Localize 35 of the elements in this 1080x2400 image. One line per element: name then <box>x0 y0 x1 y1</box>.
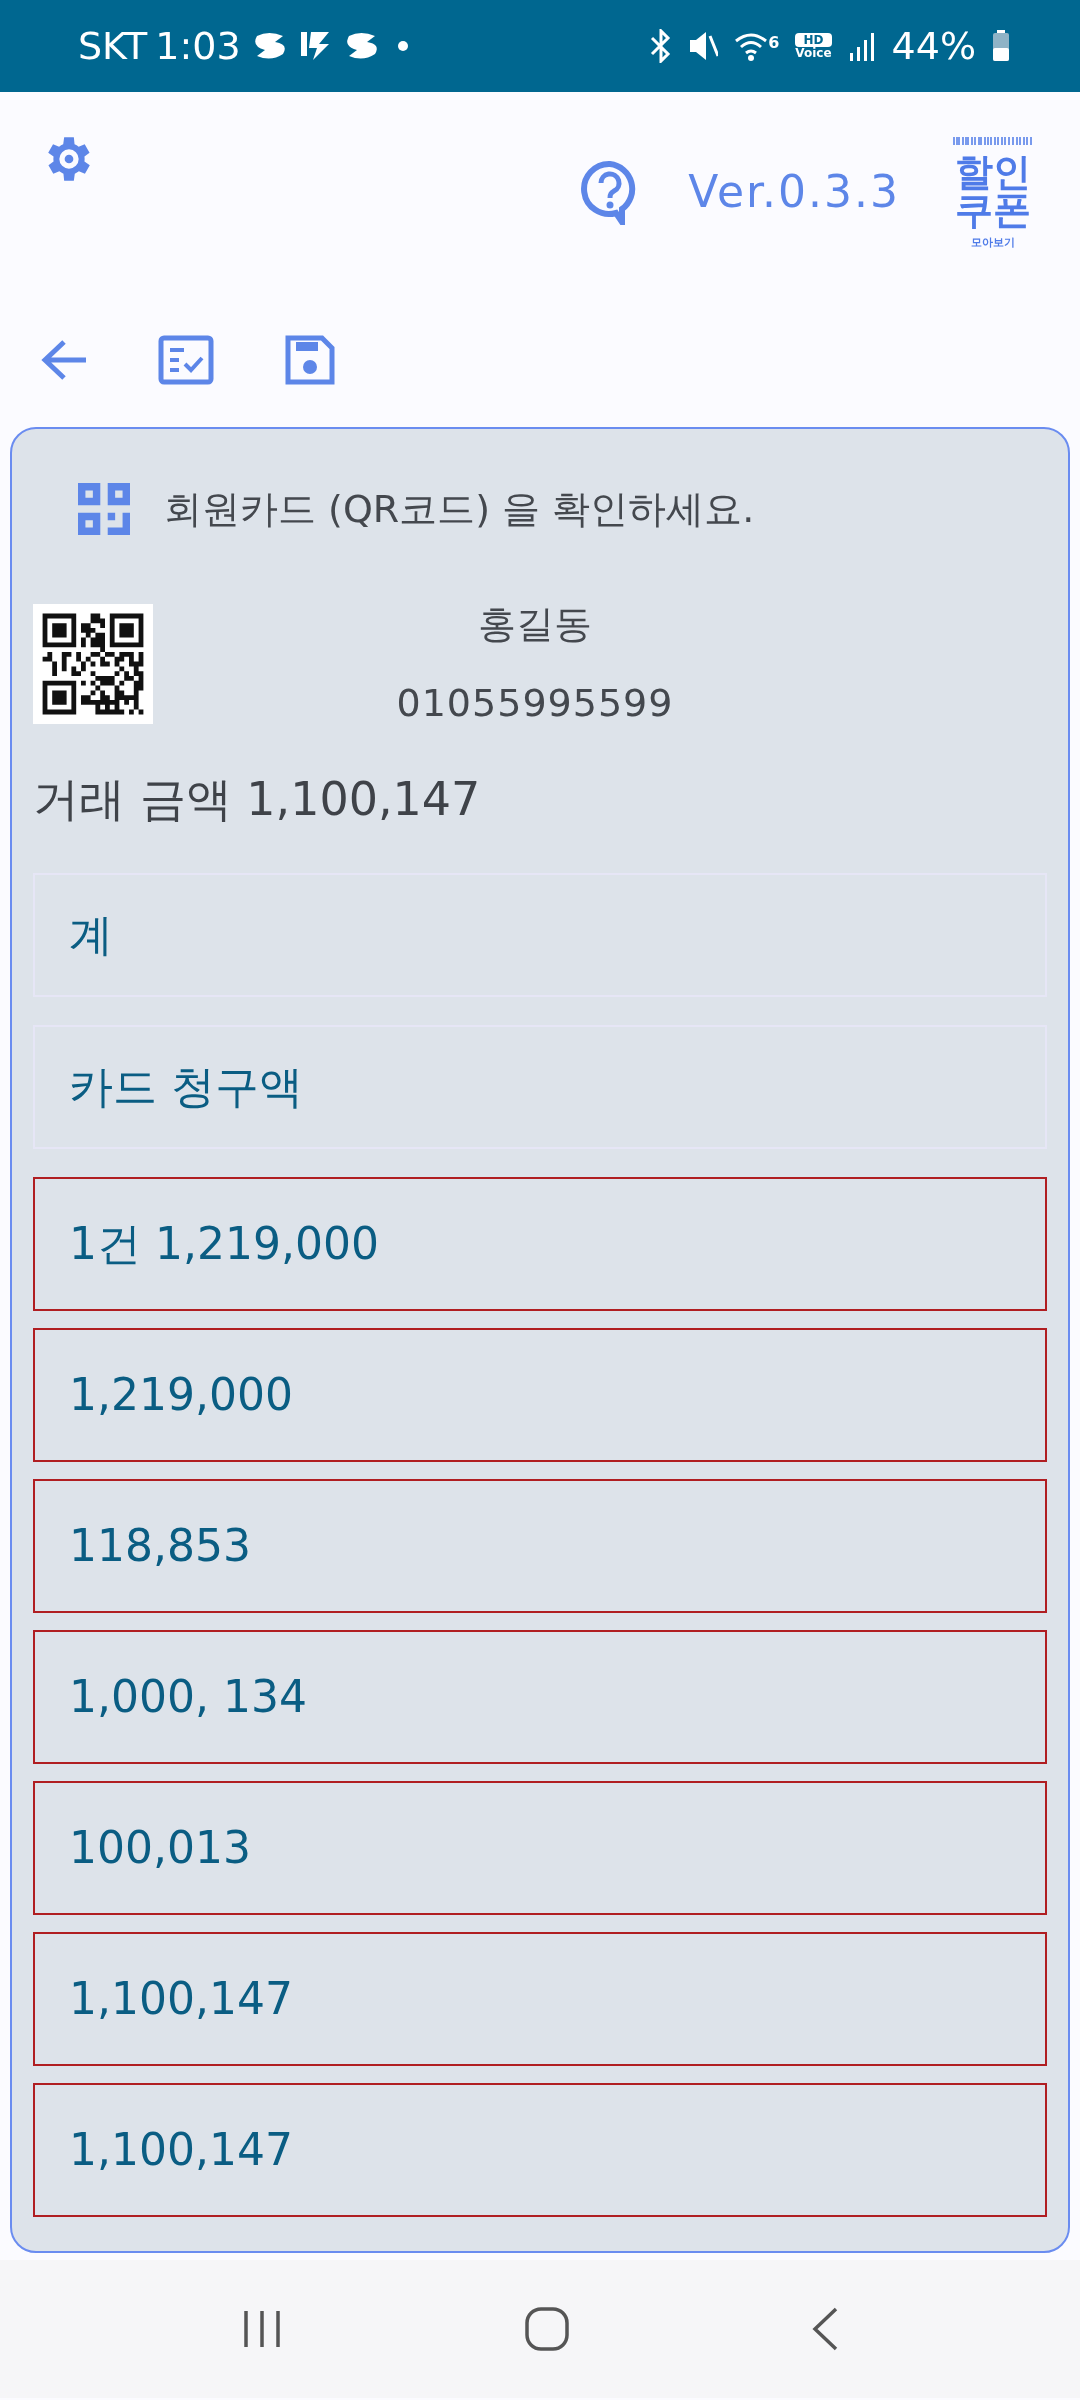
value-field: 1,219,000 <box>33 1328 1047 1462</box>
hd-text: HD <box>795 33 832 47</box>
signal-icon <box>847 31 876 61</box>
carrier-text: SKT <box>78 22 148 70</box>
logo-caption: 모아보기 <box>971 236 1015 248</box>
value-field: 카드 청구액 <box>33 1025 1047 1149</box>
voice-text: Voice <box>795 47 832 59</box>
back-icon[interactable] <box>810 2306 840 2352</box>
value-field: 118,853 <box>33 1479 1047 1613</box>
value-field: 1,000, 134 <box>33 1630 1047 1764</box>
save-icon[interactable] <box>284 333 336 386</box>
home-icon[interactable] <box>524 2306 570 2352</box>
battery-text: 44% <box>891 22 976 70</box>
barcode-icon <box>953 136 1033 145</box>
transaction-amount: 거래 금액 1,100,147 <box>33 770 481 828</box>
logo-text: 쿠폰 <box>955 190 1031 229</box>
clock-text: 1:03 <box>155 22 241 70</box>
wifi-icon <box>734 31 769 61</box>
checklist-icon[interactable] <box>158 334 214 385</box>
value-field: 1건 1,219,000 <box>33 1177 1047 1311</box>
member-name: 홍길동 <box>478 601 592 648</box>
qr-code-icon <box>78 483 130 535</box>
version-text: Ver.0.3.3 <box>688 165 900 219</box>
value-field: 계 <box>33 873 1047 997</box>
mute-icon <box>688 30 719 62</box>
network-type-text: 6 <box>768 32 780 54</box>
back-arrow-icon[interactable] <box>40 338 88 381</box>
battery-icon <box>992 30 1010 62</box>
bluetooth-icon <box>650 29 673 63</box>
instruction-text: 회원카드 (QR코드) 을 확인하세요. <box>164 485 755 533</box>
phone-number: 01055995599 <box>396 680 674 727</box>
value-field: 1,100,147 <box>33 1932 1047 2066</box>
value-field: 1,100,147 <box>33 2083 1047 2217</box>
logo-text: 할인 <box>955 152 1031 191</box>
value-field: 100,013 <box>33 1781 1047 1915</box>
